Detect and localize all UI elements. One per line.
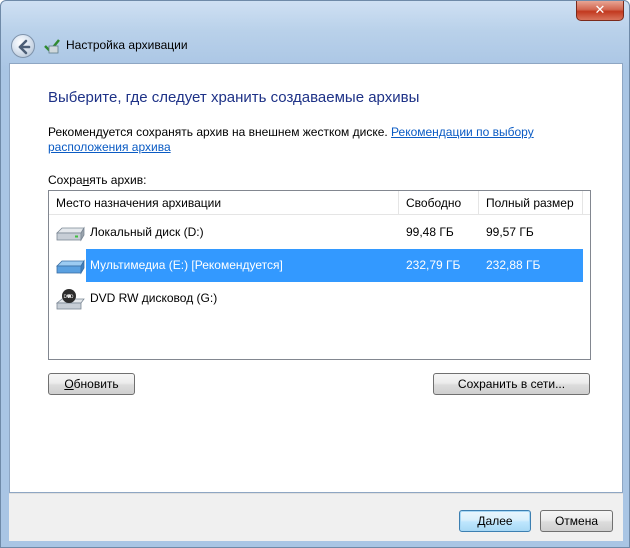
destination-name: Мультимедиа (E:) [Рекомендуется] <box>90 258 283 272</box>
destination-name: DVD RW дисковод (G:) <box>90 291 218 305</box>
free-space: 99,48 ГБ <box>406 225 454 239</box>
dialog-footer: Далее Отмена <box>9 493 623 541</box>
back-button[interactable] <box>11 34 35 58</box>
save-on-network-button[interactable]: Сохранить в сети... <box>433 373 590 395</box>
refresh-label: бновить <box>73 377 119 391</box>
save-label-part1: Сохра <box>48 173 83 187</box>
refresh-button[interactable]: Обновить <box>48 373 135 395</box>
total-size: 232,88 ГБ <box>486 258 541 272</box>
page-heading: Выберите, где следует хранить создаваемы… <box>48 89 420 106</box>
cancel-button[interactable]: Отмена <box>540 510 613 532</box>
back-arrow-icon <box>18 39 31 55</box>
content-area: Выберите, где следует хранить создаваемы… <box>9 63 623 493</box>
next-button[interactable]: Далее <box>459 510 531 532</box>
backup-settings-window: ✕ Настройка архивации Выберите, где след… <box>0 0 630 548</box>
title-bar: ✕ Настройка архивации <box>1 1 629 63</box>
list-item-local-disk[interactable]: Локальный диск (D:) 99,48 ГБ 99,57 ГБ <box>49 216 590 249</box>
list-header: Место назначения архивации Свободно Полн… <box>49 191 590 215</box>
refresh-accel: О <box>64 377 74 391</box>
dvd-drive-icon: DVD <box>55 289 85 310</box>
save-label-part2: ять архив: <box>89 173 147 187</box>
save-archive-label: Сохранять архив: <box>48 173 146 187</box>
list-item-dvd-drive[interactable]: DVD DVD RW дисковод (G:) <box>49 282 590 315</box>
next-accel: Д <box>477 514 486 528</box>
list-item-multimedia[interactable]: Мультимедиа (E:) [Рекомендуется] 232,79 … <box>49 249 590 282</box>
destination-name: Локальный диск (D:) <box>90 225 204 239</box>
total-size: 99,57 ГБ <box>486 225 534 239</box>
window-title: Настройка архивации <box>66 38 188 52</box>
destination-list[interactable]: Место назначения архивации Свободно Полн… <box>48 190 591 360</box>
backup-app-icon <box>44 39 60 54</box>
column-header-total[interactable]: Полный размер <box>479 191 583 215</box>
close-button[interactable]: ✕ <box>576 1 624 21</box>
column-header-destination[interactable]: Место назначения архивации <box>49 191 399 215</box>
recommendation-text: Рекомендуется сохранять архив на внешнем… <box>48 125 568 155</box>
external-drive-icon <box>56 259 85 275</box>
recommendation-label: Рекомендуется сохранять архив на внешнем… <box>48 125 392 139</box>
hard-drive-icon <box>56 226 85 242</box>
next-label: алее <box>485 514 513 528</box>
column-header-free[interactable]: Свободно <box>399 191 479 215</box>
free-space: 232,79 ГБ <box>406 258 461 272</box>
svg-text:DVD: DVD <box>64 294 74 300</box>
